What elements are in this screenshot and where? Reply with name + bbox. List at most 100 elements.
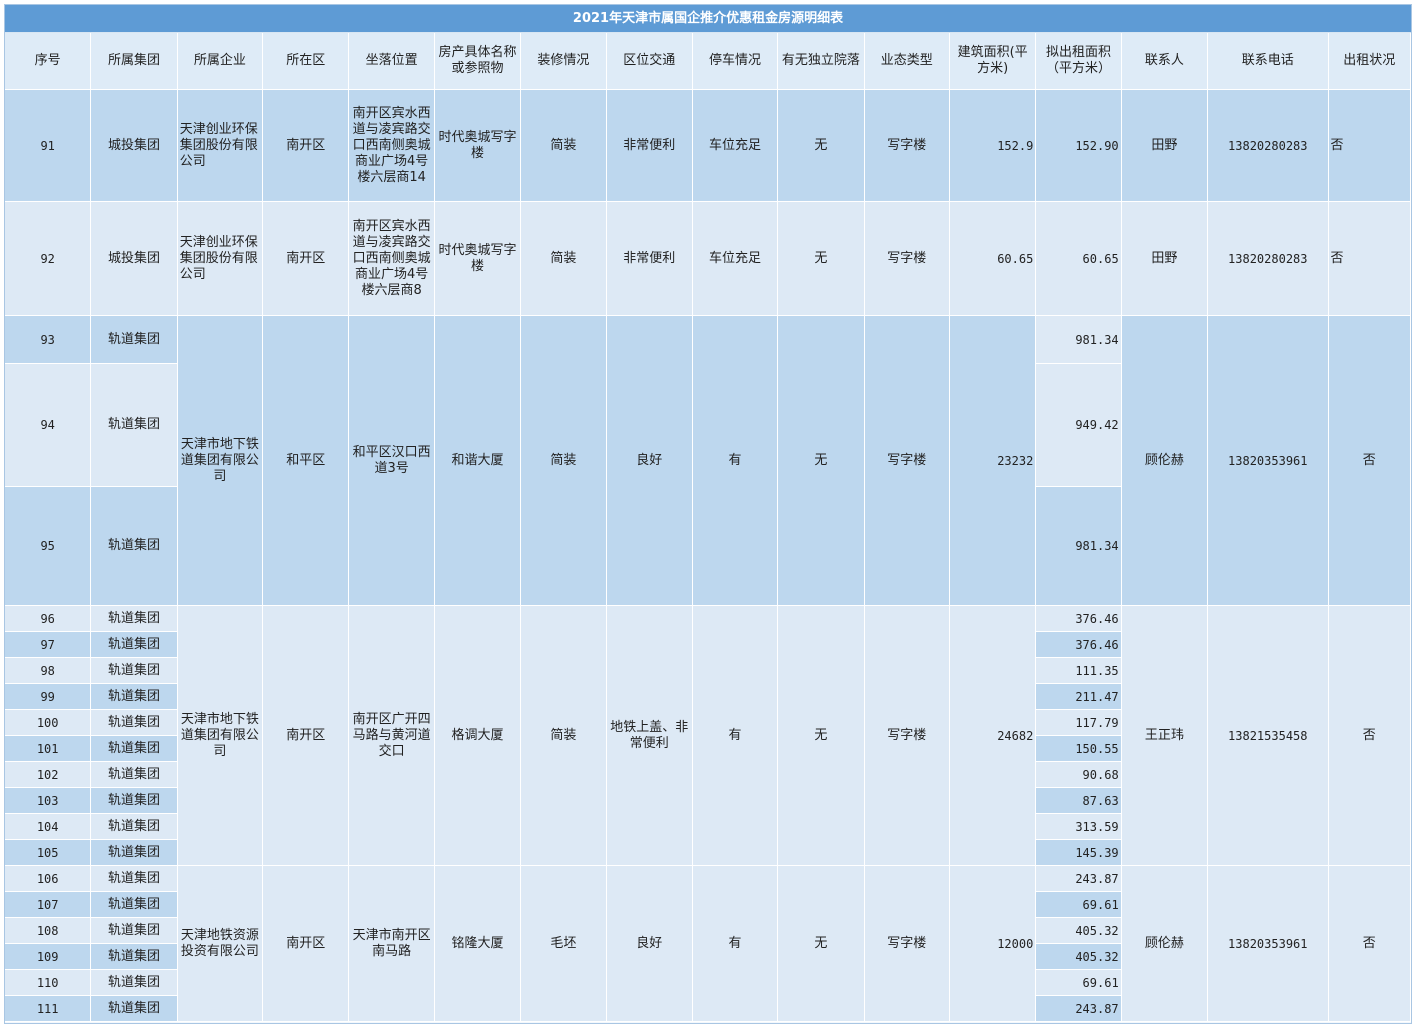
cell-group[interactable]: 轨道集团 xyxy=(91,918,178,944)
cell-group[interactable]: 轨道集团 xyxy=(91,788,178,814)
cell-rent-area[interactable]: 60.65 xyxy=(1036,202,1122,316)
cell-no[interactable]: 98 xyxy=(5,658,92,684)
cell-group[interactable]: 轨道集团 xyxy=(91,996,178,1022)
cell-courtyard[interactable]: 无 xyxy=(778,90,865,202)
cell-status[interactable]: 否 xyxy=(1328,90,1411,202)
cell-property[interactable]: 铭隆大厦 xyxy=(434,866,522,1022)
cell-rent-area[interactable]: 981.34 xyxy=(1036,487,1122,606)
cell-contact[interactable]: 顾伦赫 xyxy=(1121,866,1209,1022)
cell-type[interactable]: 写字楼 xyxy=(864,90,950,202)
cell-phone[interactable]: 13820280283 xyxy=(1208,90,1329,202)
cell-rent-area[interactable]: 313.59 xyxy=(1036,814,1122,840)
cell-company[interactable]: 天津市地下铁道集团有限公司 xyxy=(177,606,264,866)
cell-property[interactable]: 时代奥城写字楼 xyxy=(434,90,522,202)
cell-decoration[interactable]: 简装 xyxy=(521,316,607,606)
cell-phone[interactable]: 13820353961 xyxy=(1208,866,1329,1022)
cell-building-area[interactable]: 23232 xyxy=(949,316,1037,606)
cell-status[interactable]: 否 xyxy=(1328,866,1411,1022)
cell-property[interactable]: 时代奥城写字楼 xyxy=(434,202,522,316)
cell-contact[interactable]: 田野 xyxy=(1121,202,1209,316)
cell-no[interactable]: 107 xyxy=(5,892,92,918)
cell-type[interactable]: 写字楼 xyxy=(864,866,950,1022)
cell-phone[interactable]: 13820280283 xyxy=(1208,202,1329,316)
cell-courtyard[interactable]: 无 xyxy=(778,606,865,866)
cell-property[interactable]: 格调大厦 xyxy=(434,606,522,866)
cell-group[interactable]: 轨道集团 xyxy=(91,762,178,788)
cell-location[interactable]: 南开区广开四马路与黄河道交口 xyxy=(349,606,435,866)
cell-group[interactable]: 轨道集团 xyxy=(91,364,178,487)
cell-parking[interactable]: 有 xyxy=(692,606,779,866)
cell-rent-area[interactable]: 376.46 xyxy=(1036,632,1122,658)
cell-group[interactable]: 轨道集团 xyxy=(91,814,178,840)
cell-type[interactable]: 写字楼 xyxy=(864,202,950,316)
cell-no[interactable]: 96 xyxy=(5,606,92,632)
cell-traffic[interactable]: 良好 xyxy=(606,316,693,606)
cell-company[interactable]: 天津地铁资源投资有限公司 xyxy=(177,866,264,1022)
cell-group[interactable]: 轨道集团 xyxy=(91,866,178,892)
cell-traffic[interactable]: 良好 xyxy=(606,866,693,1022)
cell-decoration[interactable]: 毛坯 xyxy=(521,866,607,1022)
cell-group[interactable]: 轨道集团 xyxy=(91,892,178,918)
cell-parking[interactable]: 有 xyxy=(692,866,779,1022)
cell-traffic[interactable]: 地铁上盖、非常便利 xyxy=(606,606,693,866)
cell-no[interactable]: 92 xyxy=(5,202,92,316)
cell-rent-area[interactable]: 90.68 xyxy=(1036,762,1122,788)
cell-group[interactable]: 城投集团 xyxy=(91,90,178,202)
cell-no[interactable]: 109 xyxy=(5,944,92,970)
cell-no[interactable]: 99 xyxy=(5,684,92,710)
cell-group[interactable]: 轨道集团 xyxy=(91,684,178,710)
cell-phone[interactable]: 13820353961 xyxy=(1208,316,1329,606)
cell-decoration[interactable]: 简装 xyxy=(521,202,607,316)
cell-rent-area[interactable]: 949.42 xyxy=(1036,364,1122,487)
cell-decoration[interactable]: 简装 xyxy=(521,606,607,866)
cell-rent-area[interactable]: 117.79 xyxy=(1036,710,1122,736)
cell-no[interactable]: 108 xyxy=(5,918,92,944)
cell-building-area[interactable]: 60.65 xyxy=(949,202,1037,316)
cell-no[interactable]: 94 xyxy=(5,364,92,487)
cell-group[interactable]: 轨道集团 xyxy=(91,316,178,364)
cell-no[interactable]: 104 xyxy=(5,814,92,840)
cell-district[interactable]: 南开区 xyxy=(263,90,350,202)
cell-group[interactable]: 轨道集团 xyxy=(91,840,178,866)
cell-rent-area[interactable]: 981.34 xyxy=(1036,316,1122,364)
cell-rent-area[interactable]: 211.47 xyxy=(1036,684,1122,710)
cell-rent-area[interactable]: 69.61 xyxy=(1036,970,1122,996)
cell-no[interactable]: 97 xyxy=(5,632,92,658)
cell-no[interactable]: 101 xyxy=(5,736,92,762)
cell-building-area[interactable]: 24682 xyxy=(949,606,1037,866)
cell-parking[interactable]: 车位充足 xyxy=(692,90,779,202)
cell-building-area[interactable]: 12000 xyxy=(949,866,1037,1022)
cell-status[interactable]: 否 xyxy=(1328,316,1411,606)
cell-contact[interactable]: 王正玮 xyxy=(1121,606,1209,866)
cell-contact[interactable]: 田野 xyxy=(1121,90,1209,202)
cell-contact[interactable]: 顾伦赫 xyxy=(1121,316,1209,606)
cell-decoration[interactable]: 简装 xyxy=(521,90,607,202)
cell-group[interactable]: 轨道集团 xyxy=(91,606,178,632)
cell-status[interactable]: 否 xyxy=(1328,202,1411,316)
cell-courtyard[interactable]: 无 xyxy=(778,202,865,316)
cell-traffic[interactable]: 非常便利 xyxy=(606,202,693,316)
cell-company[interactable]: 天津创业环保集团股份有限公司 xyxy=(177,90,264,202)
cell-no[interactable]: 111 xyxy=(5,996,92,1022)
cell-courtyard[interactable]: 无 xyxy=(778,866,865,1022)
cell-no[interactable]: 100 xyxy=(5,710,92,736)
cell-no[interactable]: 95 xyxy=(5,487,92,606)
cell-group[interactable]: 轨道集团 xyxy=(91,632,178,658)
cell-group[interactable]: 轨道集团 xyxy=(91,710,178,736)
cell-company[interactable]: 天津市地下铁道集团有限公司 xyxy=(177,316,264,606)
cell-no[interactable]: 102 xyxy=(5,762,92,788)
cell-no[interactable]: 91 xyxy=(5,90,92,202)
cell-rent-area[interactable]: 152.90 xyxy=(1036,90,1122,202)
cell-district[interactable]: 和平区 xyxy=(263,316,350,606)
cell-rent-area[interactable]: 243.87 xyxy=(1036,866,1122,892)
cell-no[interactable]: 93 xyxy=(5,316,92,364)
cell-company[interactable]: 天津创业环保集团股份有限公司 xyxy=(177,202,264,316)
cell-group[interactable]: 轨道集团 xyxy=(91,487,178,606)
cell-group[interactable]: 轨道集团 xyxy=(91,658,178,684)
cell-rent-area[interactable]: 405.32 xyxy=(1036,918,1122,944)
cell-courtyard[interactable]: 无 xyxy=(778,316,865,606)
cell-no[interactable]: 110 xyxy=(5,970,92,996)
cell-no[interactable]: 105 xyxy=(5,840,92,866)
cell-group[interactable]: 轨道集团 xyxy=(91,736,178,762)
cell-group[interactable]: 城投集团 xyxy=(91,202,178,316)
